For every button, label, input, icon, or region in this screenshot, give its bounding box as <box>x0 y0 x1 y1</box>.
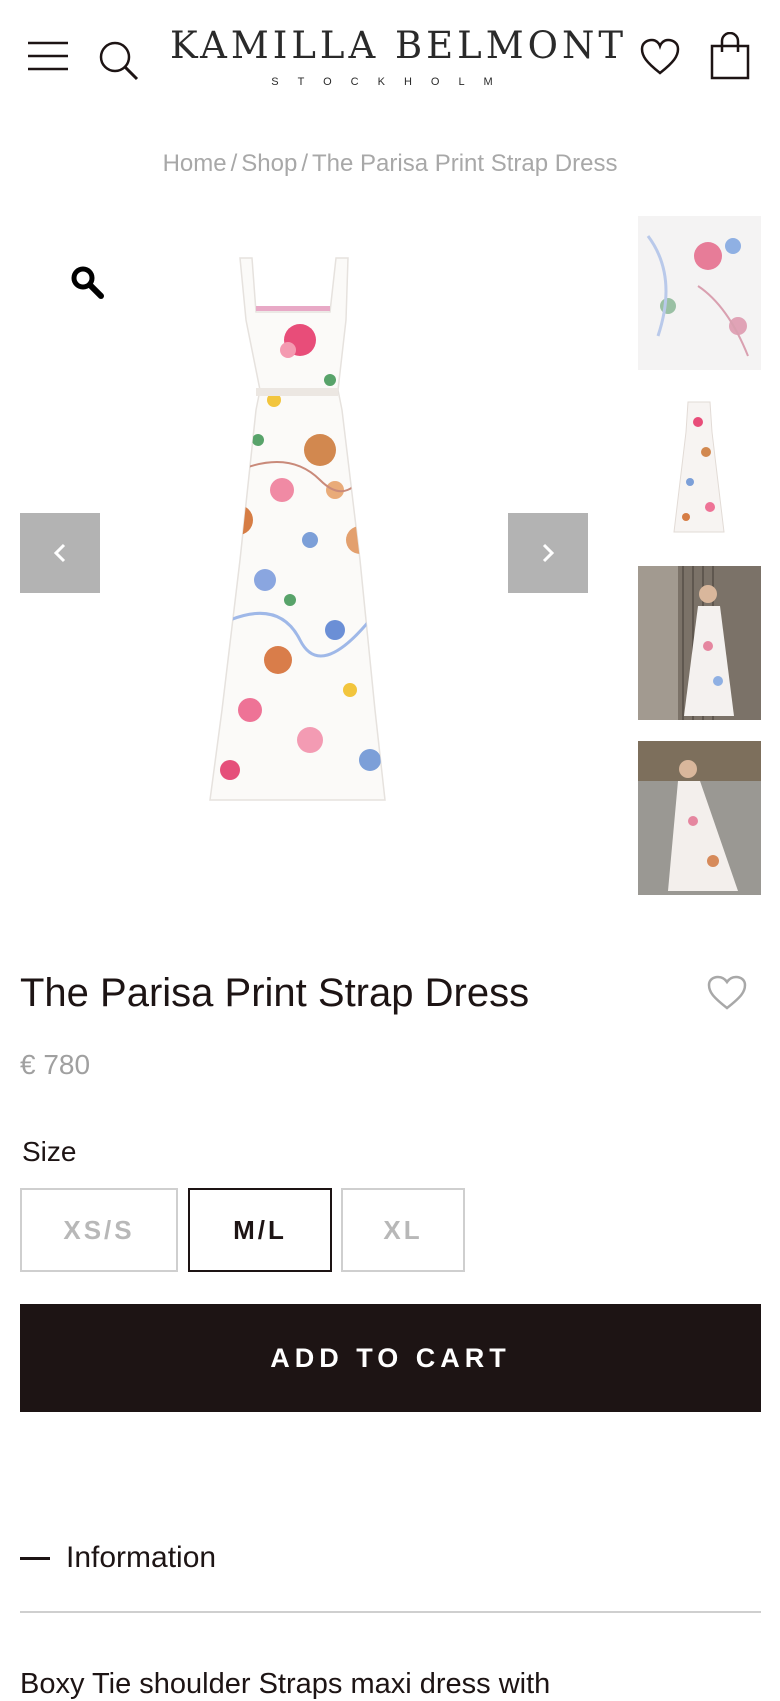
wishlist-heart-icon[interactable] <box>707 975 747 1011</box>
search-icon[interactable] <box>98 40 140 82</box>
size-option-xl[interactable]: XL <box>341 1188 465 1272</box>
breadcrumb: Home / Shop / The Parisa Print Strap Dress <box>0 150 780 178</box>
thumb-dress-front[interactable] <box>638 392 761 546</box>
bag-icon[interactable] <box>710 32 750 80</box>
product-main-image[interactable] <box>170 240 430 840</box>
information-label: Information <box>66 1541 217 1574</box>
add-to-cart-button[interactable]: ADD TO CART <box>20 1304 761 1412</box>
breadcrumb-separator: / <box>230 150 238 177</box>
size-option-xs-s[interactable]: XS/S <box>20 1188 178 1272</box>
heart-icon[interactable] <box>640 38 680 76</box>
brand-logo[interactable]: KAMILLA BELMONT <box>170 24 623 68</box>
thumb-print-detail[interactable] <box>638 216 761 370</box>
prev-arrow-icon <box>53 543 66 563</box>
size-label: Size <box>22 1136 77 1167</box>
divider <box>20 1611 761 1613</box>
gallery-next-button[interactable] <box>508 513 588 593</box>
product-title: The Parisa Print Strap Dress <box>20 971 530 1015</box>
gallery-prev-button[interactable] <box>20 513 100 593</box>
product-description: Boxy Tie shoulder Straps maxi dress with <box>20 1668 551 1700</box>
next-arrow-icon <box>542 543 555 563</box>
size-option-m-l[interactable]: M/L <box>188 1188 332 1272</box>
brand-city: STOCKHOLM <box>271 76 512 88</box>
breadcrumb-shop[interactable]: Shop <box>239 150 299 177</box>
thumb-model-standing[interactable] <box>638 566 761 720</box>
thumb-model-seated[interactable] <box>638 741 761 895</box>
breadcrumb-current: The Parisa Print Strap Dress <box>312 150 618 177</box>
information-accordion-toggle[interactable]: Information <box>20 1536 216 1580</box>
breadcrumb-home[interactable]: Home <box>161 150 229 177</box>
zoom-icon[interactable] <box>70 265 104 299</box>
collapse-dash-icon <box>20 1556 50 1560</box>
menu-icon[interactable] <box>28 40 68 72</box>
breadcrumb-separator: / <box>301 150 308 177</box>
product-price: € 780 <box>20 1049 91 1080</box>
